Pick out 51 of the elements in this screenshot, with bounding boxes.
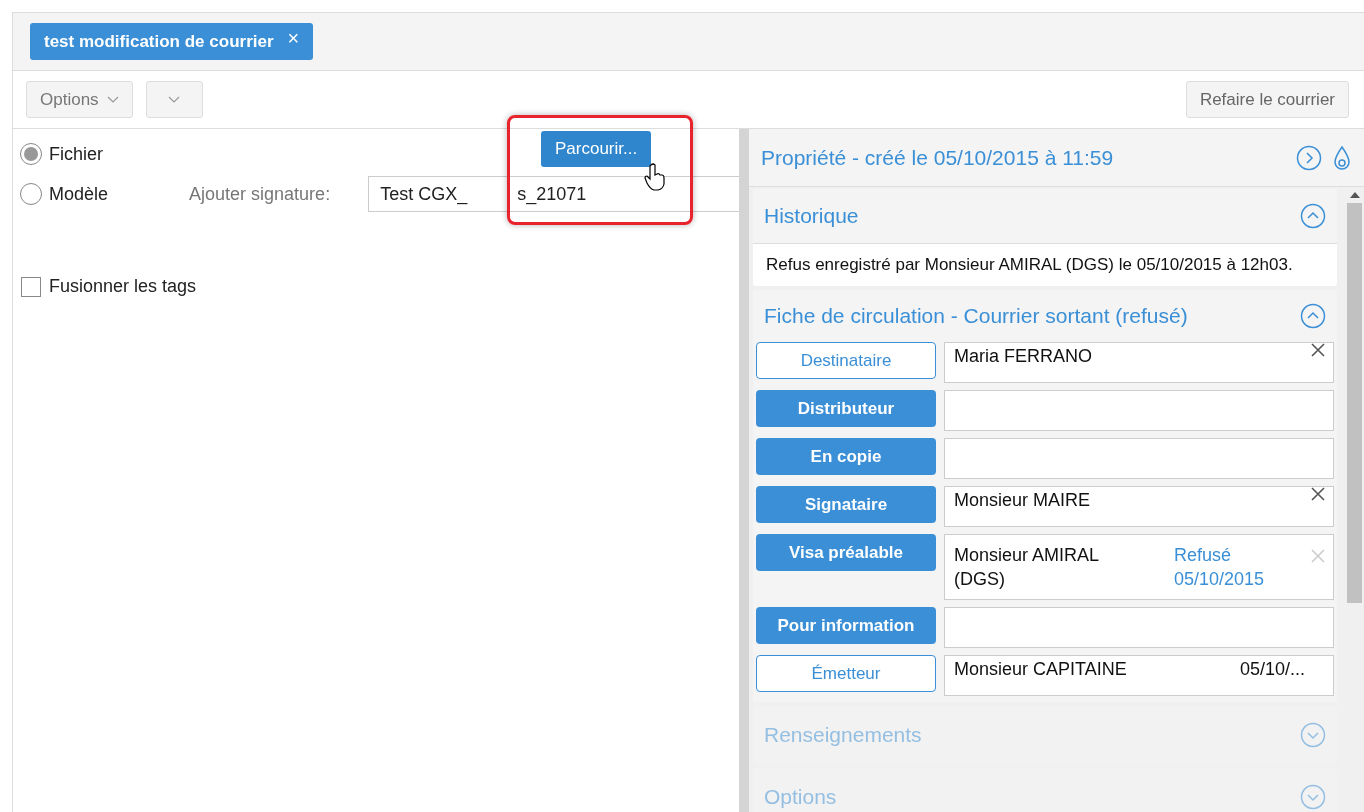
recipient-field[interactable]: Monsieur MAIRE bbox=[944, 486, 1334, 527]
recipient-field[interactable] bbox=[944, 438, 1334, 479]
merge-tags-checkbox[interactable]: Fusionner les tags bbox=[21, 273, 197, 300]
section-title: Historique bbox=[764, 203, 860, 230]
section-title: Options bbox=[764, 784, 838, 811]
document-tab[interactable]: test modification de courrier × bbox=[30, 23, 314, 60]
recipient-name: Monsieur AMIRAL (DGS) bbox=[954, 544, 1100, 591]
section-title: Fiche de circulation - Courrier sortant (refusé) bbox=[764, 303, 1189, 330]
drop-icon[interactable] bbox=[1332, 144, 1352, 171]
options-dropdown[interactable]: Options bbox=[26, 81, 133, 118]
date-text: 05/10/... bbox=[1239, 658, 1305, 681]
section-header[interactable]: Historique bbox=[753, 189, 1337, 244]
recipient-field[interactable]: Monsieur AMIRAL (DGS) Refusé 05/10/2015 bbox=[944, 534, 1334, 600]
recipient-name: Monsieur CAPITAINE bbox=[954, 658, 1127, 681]
redo-letter-button[interactable]: Refaire le courrier bbox=[1185, 81, 1349, 118]
signature-label: Ajouter signature: bbox=[189, 182, 331, 206]
clear-icon[interactable] bbox=[1311, 487, 1325, 501]
browse-button[interactable]: Parcourir... bbox=[541, 131, 652, 167]
status-text: Refusé 05/10/2015 bbox=[1174, 544, 1266, 591]
role-button[interactable]: Pour information bbox=[756, 607, 936, 644]
recipient-field[interactable] bbox=[944, 390, 1334, 431]
recipient-field[interactable] bbox=[944, 607, 1334, 648]
dropdown-button[interactable] bbox=[145, 81, 203, 118]
caret-icon bbox=[168, 95, 181, 104]
recipient-name: Monsieur MAIRE bbox=[954, 489, 1091, 512]
clear-icon[interactable] bbox=[1311, 343, 1325, 357]
role-button[interactable]: Visa préalable bbox=[756, 534, 936, 571]
properties-title: Propriété - créé le 05/10/2015 à 11:59 bbox=[761, 144, 1115, 171]
role-button[interactable]: Destinataire bbox=[756, 342, 936, 379]
role-button[interactable]: Émetteur bbox=[756, 655, 936, 692]
radio-option[interactable]: Fichier bbox=[20, 140, 103, 168]
recipient-name: Maria FERRANO bbox=[954, 345, 1092, 368]
role-button[interactable]: Distributeur bbox=[756, 390, 936, 427]
splitter[interactable] bbox=[739, 129, 749, 812]
collapse-icon[interactable] bbox=[1300, 303, 1326, 329]
scroll-up-icon[interactable] bbox=[1349, 192, 1360, 198]
recipient-field[interactable]: Maria FERRANO bbox=[944, 342, 1334, 383]
hand-cursor-icon bbox=[643, 163, 667, 191]
chevron-right-circle-icon[interactable] bbox=[1296, 144, 1322, 171]
recipient-field[interactable]: Monsieur CAPITAINE 05/10/... bbox=[944, 655, 1334, 696]
role-button[interactable]: En copie bbox=[756, 438, 936, 475]
collapse-icon[interactable] bbox=[1300, 203, 1326, 229]
radio-option[interactable]: Modèle bbox=[20, 180, 109, 208]
caret-icon bbox=[106, 95, 119, 104]
section-title: Renseignements bbox=[764, 722, 923, 749]
history-text: Refus enregistré par Monsieur AMIRAL (DGS) le 05/10/2015 à 12h03. bbox=[765, 254, 1294, 276]
section-header[interactable]: Fiche de circulation - Courrier sortant (refusé) bbox=[753, 290, 1337, 342]
role-button[interactable]: Signataire bbox=[756, 486, 936, 523]
tab-label: test modification de courrier bbox=[44, 30, 274, 53]
close-tab-button[interactable]: × bbox=[287, 27, 300, 48]
signature-field[interactable]: Test CGX_ s_21071 bbox=[368, 176, 739, 212]
